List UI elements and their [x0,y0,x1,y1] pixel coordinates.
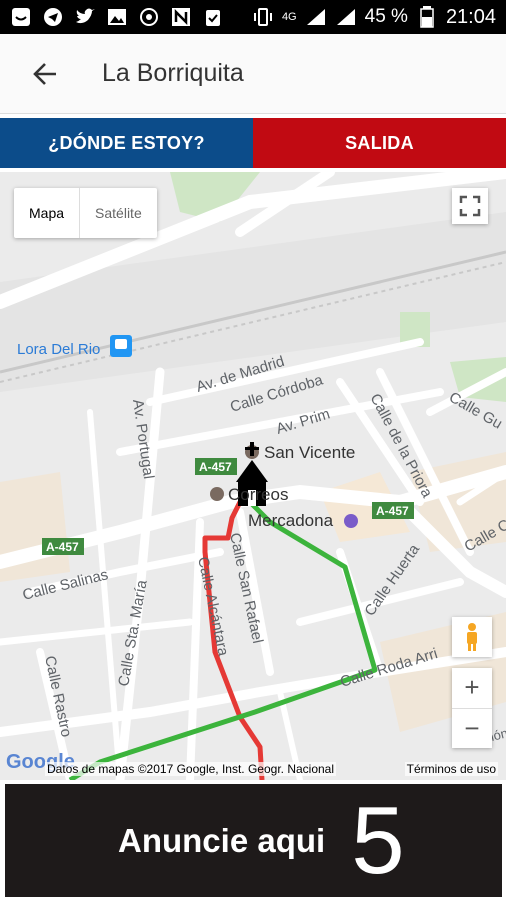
arrow-left-icon [33,62,56,85]
terms-link[interactable]: Términos de uso [404,762,498,776]
label-correos: Correos [228,485,288,504]
image-icon [106,6,128,28]
where-am-i-button[interactable]: ¿DÓNDE ESTOY? [0,118,253,168]
pegman-icon [467,623,477,651]
road-shield-1: A-457 [199,460,232,474]
street-view-button[interactable] [452,617,492,657]
battery-percent: 45 % [364,6,408,27]
telegram-icon [42,6,64,28]
page-title: La Borriquita [102,59,244,87]
ad-text: Anuncie aqui [118,821,326,859]
map-type-control: Mapa Satélite [14,188,157,238]
map-attribution: Datos de mapas ©2017 Google, Inst. Geogr… [45,762,337,776]
ad-banner[interactable]: Anuncie aqui 5 [5,784,502,897]
map-type-satellite-button[interactable]: Satélite [80,188,157,238]
map-type-map-button[interactable]: Mapa [14,188,81,238]
fullscreen-icon [459,195,481,217]
zoom-control: + − [452,668,492,748]
clipboard-icon [202,6,224,28]
map-view[interactable]: Lora Del Rio Av. de Madrid Calle Córdoba… [0,172,506,780]
network-type: 4G [281,11,297,23]
battery-icon [416,6,438,28]
shopping-icon [344,514,358,528]
label-san-vicente: San Vicente [264,443,355,462]
fullscreen-button[interactable] [452,188,488,224]
exit-button[interactable]: SALIDA [253,118,506,168]
map-canvas: Lora Del Rio Av. de Madrid Calle Córdoba… [0,172,506,780]
label-lora: Lora Del Rio [17,341,100,358]
ad-number: 5 [351,786,405,894]
whatsapp-icon [138,6,160,28]
twitter-icon [74,6,96,28]
app-bar: La Borriquita [0,34,506,114]
back-button[interactable] [0,34,90,114]
app-n-icon [170,6,192,28]
signal-r-icon [335,6,357,28]
road-shield-2: A-457 [376,504,409,518]
status-bar: 4G 45 % 21:04 [0,0,506,34]
label-mercadona: Mercadona [248,511,334,530]
action-buttons: ¿DÓNDE ESTOY? SALIDA [0,118,506,168]
signal-icon [305,6,327,28]
notification-icon [10,6,32,28]
clock: 21:04 [445,5,496,28]
vibrate-icon [252,6,274,28]
post-office-icon [210,487,224,501]
zoom-out-button[interactable]: − [452,709,492,749]
zoom-in-button[interactable]: + [452,668,492,709]
road-shield-3: A-457 [46,540,79,554]
